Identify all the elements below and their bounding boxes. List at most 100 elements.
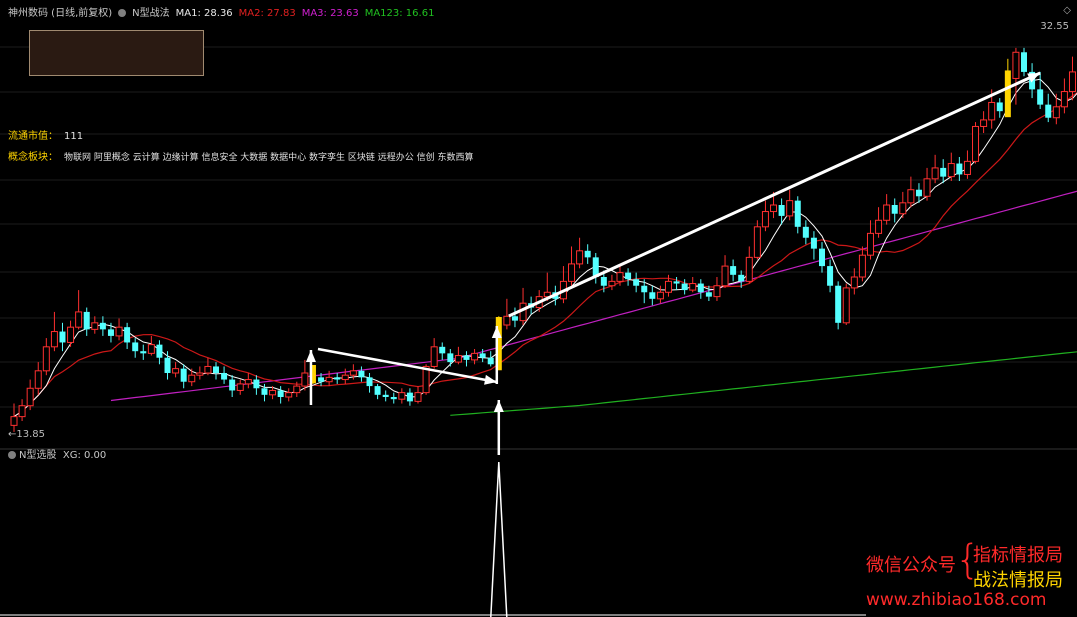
arrow-trend-shaft — [508, 71, 1041, 318]
sub-indicator-name: N型选股 — [19, 450, 57, 461]
up-candle — [761, 211, 769, 228]
down-candle — [600, 277, 607, 286]
up-candle — [1068, 71, 1076, 93]
up-candle — [503, 315, 511, 326]
indicator-name: N型战法 — [132, 8, 170, 19]
market-cap-value: 111 — [64, 131, 84, 142]
up-candle — [293, 385, 301, 394]
up-candle — [244, 379, 252, 385]
up-candle — [269, 389, 277, 396]
down-candle — [99, 322, 106, 330]
down-candle — [673, 281, 680, 284]
up-candle — [91, 322, 99, 330]
up-candle — [147, 344, 155, 354]
stock-title: 神州数码 (日线,前复权) — [8, 8, 113, 19]
down-candle — [164, 357, 171, 373]
up-candle — [341, 374, 349, 381]
up-candle — [18, 405, 26, 418]
down-candle — [406, 392, 413, 402]
down-candle — [940, 167, 947, 177]
down-candle — [229, 379, 236, 391]
down-candle — [697, 283, 704, 293]
indicator-toggle-icon[interactable] — [118, 9, 127, 17]
down-candle — [633, 279, 640, 286]
arrow-signal-head — [493, 400, 504, 412]
sub-indicator-toggle-icon[interactable] — [8, 451, 16, 459]
signal-candle — [1004, 70, 1011, 118]
down-candle — [641, 285, 648, 293]
wechat-label: 微信公众号 — [866, 555, 956, 576]
ma1-label: MA1: 28.36 — [175, 8, 233, 19]
xg-value: XG: 0.00 — [62, 450, 107, 461]
down-candle — [124, 327, 131, 343]
market-cap-label: 流通市值： — [8, 131, 58, 142]
down-candle — [140, 351, 147, 354]
up-candle — [568, 263, 576, 282]
xg-sub-panel — [0, 461, 866, 617]
ma3-label: MA3: 23.63 — [301, 8, 359, 19]
up-candle — [866, 232, 874, 256]
up-candle — [1052, 106, 1060, 119]
up-candle — [50, 331, 58, 348]
concept-label: 概念板块： — [8, 152, 58, 163]
brand-url: www.zhibiao168.com — [866, 590, 1047, 610]
down-candle — [835, 285, 842, 323]
candlestick-chart — [0, 46, 1077, 617]
up-candle — [196, 372, 204, 376]
up-candle — [899, 202, 907, 215]
xg-spike — [490, 461, 508, 617]
up-candle — [414, 392, 422, 402]
down-candle — [277, 390, 284, 397]
down-candle — [382, 394, 389, 397]
price-high-label: 32.55 — [1040, 21, 1069, 32]
price-low-value: 13.85 — [16, 429, 46, 440]
collapse-icon[interactable]: ◇ — [1063, 5, 1071, 17]
up-candle — [656, 291, 664, 300]
down-candle — [366, 377, 373, 387]
up-candle — [972, 125, 980, 162]
down-candle — [132, 342, 139, 352]
up-candle — [10, 416, 18, 426]
down-candle — [915, 189, 922, 197]
up-candle — [188, 374, 196, 383]
up-candle — [907, 189, 915, 204]
down-candle — [59, 331, 66, 343]
down-candle — [374, 386, 381, 395]
up-candle — [42, 346, 50, 372]
up-candle — [842, 287, 850, 324]
down-candle — [511, 316, 518, 321]
down-candle — [625, 272, 632, 280]
ma123-line — [450, 351, 1077, 416]
down-candle — [1037, 89, 1044, 105]
down-candle — [463, 355, 470, 360]
price-low-label: ←13.85 — [8, 429, 46, 440]
down-candle — [439, 346, 446, 354]
up-candle — [471, 352, 479, 361]
up-candle — [34, 370, 42, 389]
up-candle — [236, 383, 244, 391]
down-candle — [447, 353, 454, 363]
up-candle — [931, 167, 939, 180]
up-candle — [301, 372, 309, 387]
down-candle — [318, 377, 325, 382]
up-candle — [689, 283, 697, 291]
down-candle — [107, 329, 114, 336]
arrow-pullback-head — [484, 374, 497, 385]
down-candle — [730, 266, 737, 275]
down-candle — [180, 368, 187, 382]
down-candle — [213, 366, 219, 373]
concept-value: 物联网 阿里概念 云计算 边缘计算 信息安全 大数据 数据中心 数字孪生 区块链… — [64, 153, 474, 163]
brand-line2: 战法情报局 — [973, 570, 1063, 591]
up-candle — [713, 285, 721, 298]
up-candle — [115, 326, 123, 337]
up-candle — [858, 254, 866, 278]
down-candle — [819, 248, 825, 267]
up-candle — [616, 272, 624, 282]
down-candle — [261, 388, 268, 395]
up-candle — [923, 178, 931, 197]
info-box — [29, 30, 204, 76]
ma3-line — [110, 190, 1077, 402]
down-candle — [487, 357, 494, 365]
down-candle — [827, 266, 834, 286]
down-candle — [738, 274, 745, 282]
